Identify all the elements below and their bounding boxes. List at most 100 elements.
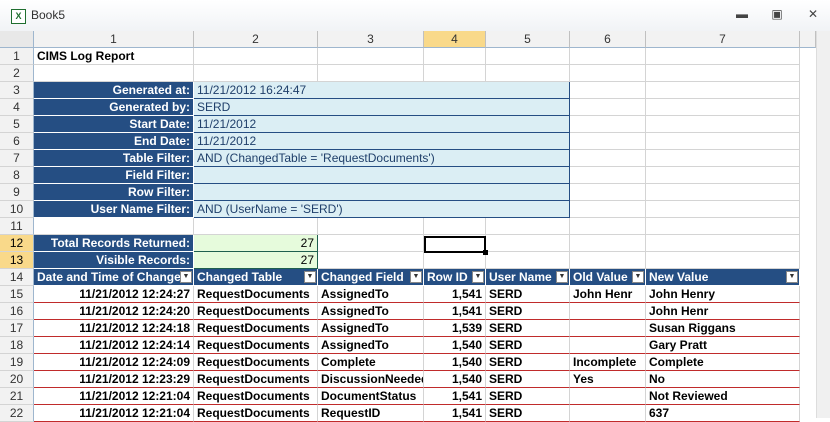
table-cell[interactable]: RequestDocuments — [194, 286, 318, 303]
table-cell[interactable]: No — [646, 371, 800, 388]
table-cell[interactable]: 11/21/2012 12:24:27 — [34, 286, 194, 303]
field-value[interactable]: SERD — [194, 99, 570, 116]
table-cell[interactable]: RequestDocuments — [194, 371, 318, 388]
grid-cell[interactable] — [318, 48, 424, 65]
grid-cell[interactable] — [646, 116, 800, 133]
filter-dropdown-icon[interactable]: ▼ — [632, 271, 644, 283]
row-number[interactable]: 14 — [0, 269, 34, 286]
table-cell[interactable]: SERD — [486, 405, 570, 422]
row-number[interactable]: 13 — [0, 252, 34, 269]
grid-cell[interactable] — [646, 133, 800, 150]
table-cell[interactable]: 1,540 — [424, 371, 486, 388]
table-cell[interactable]: SERD — [486, 371, 570, 388]
grid-cell[interactable] — [646, 184, 800, 201]
grid-cell[interactable] — [570, 201, 646, 218]
column-header[interactable]: 1 — [34, 31, 194, 48]
row-number[interactable]: 21 — [0, 388, 34, 405]
grid-cell[interactable] — [424, 65, 486, 82]
table-cell[interactable]: AssignedTo — [318, 303, 424, 320]
table-cell[interactable]: DocumentStatus — [318, 388, 424, 405]
table-cell[interactable]: AssignedTo — [318, 337, 424, 354]
row-number[interactable]: 2 — [0, 65, 34, 82]
table-cell[interactable]: 1,541 — [424, 303, 486, 320]
table-cell[interactable]: John Henry — [646, 286, 800, 303]
grid-cell[interactable] — [570, 65, 646, 82]
grid-cell[interactable] — [570, 48, 646, 65]
row-number[interactable]: 15 — [0, 286, 34, 303]
active-cell-selection[interactable] — [424, 236, 486, 253]
column-header[interactable]: 2 — [194, 31, 318, 48]
grid-cell[interactable] — [570, 184, 646, 201]
filter-dropdown-icon[interactable]: ▼ — [472, 271, 484, 283]
table-cell[interactable]: RequestDocuments — [194, 303, 318, 320]
row-number[interactable]: 8 — [0, 167, 34, 184]
table-cell[interactable]: 11/21/2012 12:24:18 — [34, 320, 194, 337]
grid-cell[interactable] — [318, 218, 424, 235]
filter-dropdown-icon[interactable]: ▼ — [304, 271, 316, 283]
table-cell[interactable]: 11/21/2012 12:23:29 — [34, 371, 194, 388]
grid-cell[interactable] — [646, 218, 800, 235]
grid-cell[interactable] — [646, 252, 800, 269]
row-number[interactable]: 12 — [0, 235, 34, 252]
row-number[interactable]: 16 — [0, 303, 34, 320]
table-cell[interactable]: Yes — [570, 371, 646, 388]
field-value[interactable]: 11/21/2012 16:24:47 — [194, 82, 570, 99]
grid-cell[interactable] — [570, 99, 646, 116]
table-cell[interactable]: 1,540 — [424, 354, 486, 371]
grid-cell[interactable] — [570, 133, 646, 150]
table-cell[interactable]: Susan Riggans — [646, 320, 800, 337]
grid-cell[interactable] — [646, 150, 800, 167]
table-cell[interactable]: RequestDocuments — [194, 320, 318, 337]
minimize-button[interactable]: ▬ — [735, 8, 749, 20]
grid-cell[interactable] — [570, 218, 646, 235]
column-header[interactable]: 3 — [318, 31, 424, 48]
field-value[interactable]: AND (ChangedTable = 'RequestDocuments') — [194, 150, 570, 167]
row-number[interactable]: 1 — [0, 48, 34, 65]
table-cell[interactable]: DiscussionNeeded — [318, 371, 424, 388]
report-title[interactable]: CIMS Log Report — [34, 48, 194, 65]
row-number[interactable]: 17 — [0, 320, 34, 337]
grid-cell[interactable] — [194, 65, 318, 82]
grid-cell[interactable] — [486, 48, 570, 65]
table-cell[interactable]: 1,541 — [424, 388, 486, 405]
restore-button[interactable]: ▣ — [770, 8, 784, 20]
table-cell[interactable]: Complete — [646, 354, 800, 371]
table-cell[interactable]: AssignedTo — [318, 320, 424, 337]
grid-cell[interactable] — [570, 150, 646, 167]
table-cell[interactable]: John Henr — [570, 286, 646, 303]
row-number[interactable]: 20 — [0, 371, 34, 388]
table-cell[interactable]: RequestDocuments — [194, 405, 318, 422]
field-value[interactable]: 11/21/2012 — [194, 133, 570, 150]
table-cell[interactable]: 11/21/2012 12:24:14 — [34, 337, 194, 354]
field-value[interactable] — [194, 184, 570, 201]
grid-cell[interactable] — [646, 48, 800, 65]
table-cell[interactable]: Complete — [318, 354, 424, 371]
filter-dropdown-icon[interactable]: ▼ — [410, 271, 422, 283]
column-header[interactable]: 7 — [646, 31, 800, 48]
grid-cell[interactable] — [570, 167, 646, 184]
grid-cell[interactable] — [318, 252, 424, 269]
table-cell[interactable]: Gary Pratt — [646, 337, 800, 354]
field-value[interactable] — [194, 167, 570, 184]
table-cell[interactable]: Not Reviewed — [646, 388, 800, 405]
field-value[interactable]: 11/21/2012 — [194, 116, 570, 133]
table-cell[interactable]: Incomplete — [570, 354, 646, 371]
filter-dropdown-icon[interactable]: ▼ — [556, 271, 568, 283]
grid-cell[interactable] — [486, 218, 570, 235]
row-number[interactable]: 9 — [0, 184, 34, 201]
row-number[interactable]: 10 — [0, 201, 34, 218]
grid-cell[interactable] — [194, 218, 318, 235]
table-cell[interactable]: SERD — [486, 337, 570, 354]
table-cell[interactable]: SERD — [486, 320, 570, 337]
table-cell[interactable]: 11/21/2012 12:24:09 — [34, 354, 194, 371]
grid-cell[interactable] — [646, 99, 800, 116]
table-cell[interactable]: RequestID — [318, 405, 424, 422]
table-cell[interactable]: John Henr — [646, 303, 800, 320]
grid-cell[interactable] — [570, 116, 646, 133]
column-header[interactable]: 5 — [486, 31, 570, 48]
row-number[interactable]: 11 — [0, 218, 34, 235]
table-cell[interactable] — [570, 388, 646, 405]
row-number[interactable]: 4 — [0, 99, 34, 116]
total-value[interactable]: 27 — [194, 252, 318, 269]
spreadsheet-grid[interactable]: 1 2 3 4 5 6 7 1 CIMS Log Report 2 3 Generated at: 11… — [0, 31, 830, 422]
